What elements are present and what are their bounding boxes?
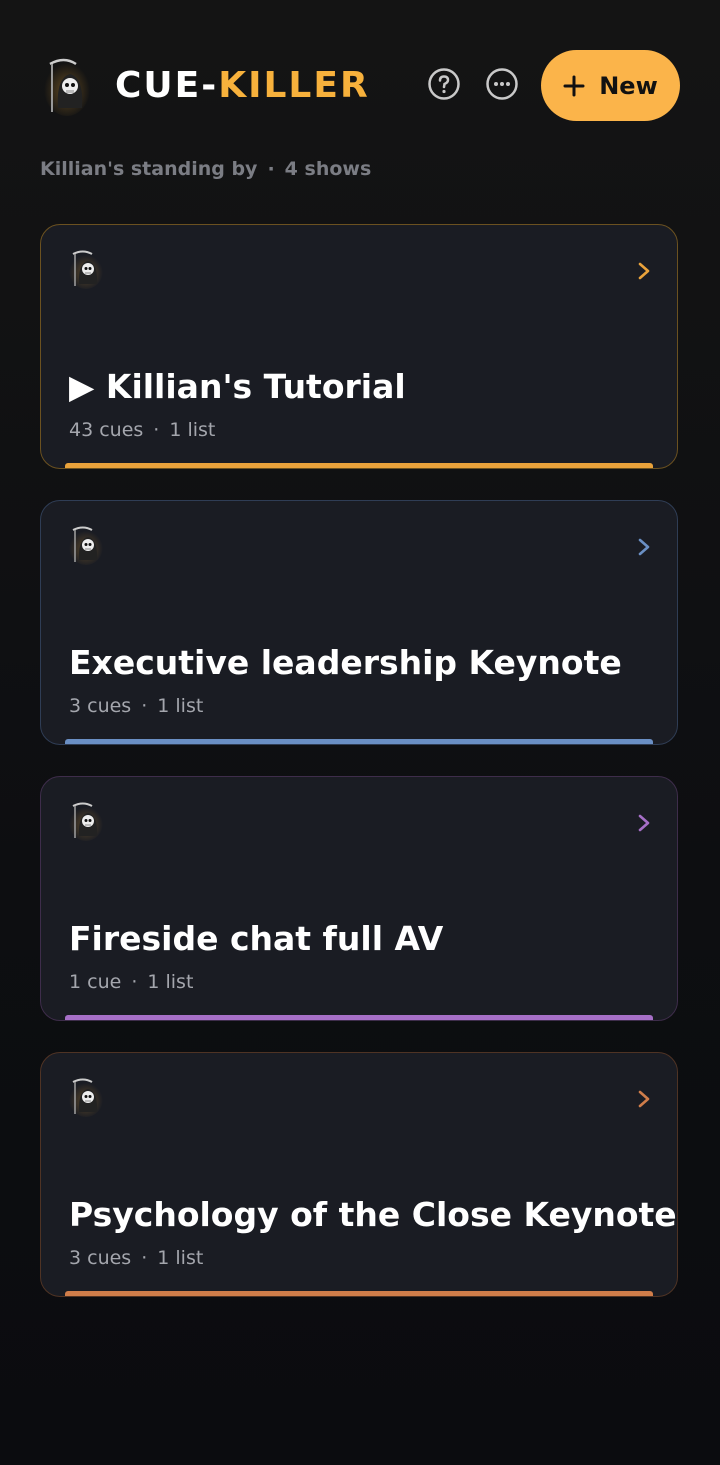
brand-part-2: KILLER xyxy=(218,65,370,106)
separator-dot: · xyxy=(153,419,160,441)
show-color-bar xyxy=(65,1291,653,1296)
separator-dot: · xyxy=(141,1247,148,1269)
show-title: Fireside chat full AV xyxy=(69,919,444,958)
help-icon[interactable] xyxy=(428,68,460,100)
grim-reaper-icon xyxy=(69,801,103,841)
app-brand: CUE-KILLER xyxy=(115,64,370,108)
show-card[interactable]: Fireside chat full AV 1 cue · 1 list xyxy=(40,776,678,1021)
show-count: 4 shows xyxy=(284,158,372,180)
list-count: 1 list xyxy=(147,971,194,993)
show-color-bar xyxy=(65,463,653,468)
new-button-label: New xyxy=(599,71,658,100)
grim-reaper-icon xyxy=(69,1077,103,1117)
status-line: Killian's standing by · 4 shows xyxy=(40,158,371,180)
show-color-bar xyxy=(65,739,653,744)
show-title: Psychology of the Close Keynote xyxy=(69,1195,677,1234)
show-card[interactable]: ▶ Killian's Tutorial 43 cues · 1 list xyxy=(40,224,678,469)
list-count: 1 list xyxy=(169,419,216,441)
cue-count: 43 cues xyxy=(69,419,144,441)
show-color-bar xyxy=(65,1015,653,1020)
list-count: 1 list xyxy=(157,695,204,717)
show-title: Executive leadership Keynote xyxy=(69,643,622,682)
cue-count: 3 cues xyxy=(69,1247,132,1269)
show-title: ▶ Killian's Tutorial xyxy=(69,367,406,406)
cue-count: 1 cue xyxy=(69,971,122,993)
brand-part-1: CUE- xyxy=(115,65,219,106)
standby-status: Killian's standing by xyxy=(40,158,258,180)
grim-reaper-logo-icon xyxy=(44,58,90,116)
show-meta: 1 cue · 1 list xyxy=(69,971,193,993)
more-options-icon[interactable] xyxy=(486,68,518,100)
grim-reaper-icon xyxy=(69,249,103,289)
plus-icon xyxy=(563,75,585,96)
list-count: 1 list xyxy=(157,1247,204,1269)
show-meta: 3 cues · 1 list xyxy=(69,1247,203,1269)
new-show-button[interactable]: New xyxy=(541,50,680,121)
separator-dot: · xyxy=(141,695,148,717)
separator-dot: · xyxy=(267,158,275,180)
show-card[interactable]: Executive leadership Keynote 3 cues · 1 lis… xyxy=(40,500,678,745)
show-card[interactable]: Psychology of the Close Keynote 3 cues · 1 … xyxy=(40,1052,678,1297)
chevron-right-icon xyxy=(638,814,650,832)
show-meta: 43 cues · 1 list xyxy=(69,419,215,441)
show-meta: 3 cues · 1 list xyxy=(69,695,203,717)
app-header: CUE-KILLER New xyxy=(40,50,680,122)
chevron-right-icon xyxy=(638,262,650,280)
chevron-right-icon xyxy=(638,1090,650,1108)
chevron-right-icon xyxy=(638,538,650,556)
cue-count: 3 cues xyxy=(69,695,132,717)
separator-dot: · xyxy=(131,971,138,993)
grim-reaper-icon xyxy=(69,525,103,565)
